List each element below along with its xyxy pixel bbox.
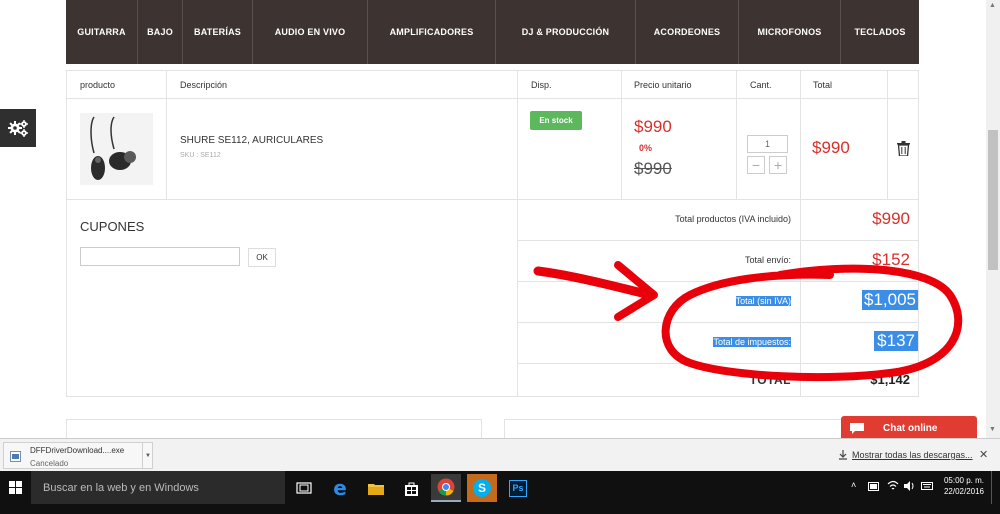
show-desktop-button[interactable] [991,471,1000,504]
header-unit-price: Precio unitario [622,71,737,99]
scroll-down-arrow-icon[interactable]: ▼ [989,426,996,433]
stock-badge: En stock [530,111,582,130]
clock[interactable]: 05:00 p. m. 22/02/2016 [940,475,988,497]
scrollbar-thumb[interactable] [988,130,998,270]
photoshop-icon[interactable]: Ps [503,474,533,502]
lower-panel-left [66,419,482,438]
chrome-icon[interactable] [431,474,461,502]
taskbar-search-placeholder: Buscar en la web y en Windows [43,481,199,494]
task-view-icon[interactable] [289,474,319,502]
category-nav: GUITARRA BAJO BATERÍAS AUDIO EN VIVO AMP… [66,0,919,64]
start-button[interactable] [0,471,31,504]
taskbar-search-box[interactable]: Buscar en la web y en Windows [31,471,285,504]
file-explorer-icon[interactable] [361,474,391,502]
chat-online-button[interactable]: Chat online [841,416,977,438]
header-description: Descripción [167,71,518,99]
download-arrow-icon [839,450,847,460]
download-status: Cancelado [30,459,69,468]
quantity-input[interactable]: 1 [747,135,788,153]
unit-price-cell: $990 0% $990 [622,99,737,200]
store-icon[interactable] [396,474,426,502]
unit-price: $990 [634,117,672,136]
download-file-name: DFFDriverDownload....exe [30,446,125,455]
actions-cell [888,99,919,200]
quantity-increase-button[interactable]: + [769,156,787,174]
file-icon [10,451,21,462]
nav-item-audio-en-vivo[interactable]: AUDIO EN VIVO [253,0,368,64]
product-image-cell [67,99,167,200]
red-annotation-drawing [533,261,963,382]
coupon-ok-button[interactable]: OK [248,248,276,267]
volume-icon[interactable] [903,480,915,492]
nav-item-dj-produccion[interactable]: DJ & PRODUCCIÓN [496,0,636,64]
header-product: producto [67,71,167,99]
nav-item-microfonos[interactable]: MICROFONOS [739,0,841,64]
tray-chevron-up-icon[interactable]: ˄ [851,480,856,490]
edge-browser-icon[interactable]: e [325,474,355,502]
download-bar: DFFDriverDownload....exe Cancelado ▼ Mos… [0,438,1000,471]
settings-toggle-button[interactable] [0,109,36,147]
product-description-cell: SHURE SE112, AURICULARES SKU : SE112 [167,99,518,200]
nav-item-teclados[interactable]: TECLADOS [841,0,919,64]
windows-taskbar: Buscar en la web y en Windows e S Ps ˄ 0… [0,471,1000,514]
show-all-downloads-label: Mostrar todas las descargas... [852,450,973,460]
product-image[interactable] [80,113,153,185]
nav-item-amplificadores[interactable]: AMPLIFICADORES [368,0,496,64]
battery-icon[interactable] [868,482,880,491]
earphones-icon [90,116,136,180]
scroll-up-arrow-icon[interactable]: ▲ [989,2,996,9]
download-item[interactable]: DFFDriverDownload....exe Cancelado ▼ [3,442,153,469]
nav-item-acordeones[interactable]: ACORDEONES [636,0,739,64]
quantity-decrease-button[interactable]: − [747,156,765,174]
download-options-chevron-icon[interactable]: ▼ [142,443,153,468]
line-total-cell: $990 [801,99,888,200]
discount-percent: 0% [639,143,653,153]
nav-item-baterias[interactable]: BATERÍAS [183,0,253,64]
windows-logo-icon [9,481,22,494]
browser-viewport: GUITARRA BAJO BATERÍAS AUDIO EN VIVO AMP… [0,0,986,438]
coupons-title: CUPONES [80,219,145,234]
chat-bubble-icon [850,422,864,434]
keyboard-icon[interactable] [921,480,933,492]
coupons-section: CUPONES OK [67,200,518,397]
skype-icon[interactable]: S [467,474,497,502]
nav-item-bajo[interactable]: BAJO [138,0,183,64]
product-sku: SKU : SE112 [180,152,221,159]
nav-item-guitarra[interactable]: GUITARRA [66,0,138,64]
gears-icon [8,120,28,137]
header-actions [888,71,919,99]
chat-label: Chat online [883,422,938,434]
wifi-icon[interactable] [887,480,899,492]
products-total-value: $990 [872,209,910,228]
header-total: Total [801,71,888,99]
line-total: $990 [812,138,850,157]
old-price: $990 [634,159,672,178]
coupon-code-input[interactable] [80,247,240,266]
header-availability: Disp. [518,71,622,99]
clock-date: 22/02/2016 [943,487,985,496]
trash-icon[interactable] [897,141,910,156]
page-scrollbar[interactable]: ▲ ▼ [986,0,1000,438]
show-all-downloads-link[interactable]: Mostrar todas las descargas... [838,450,973,460]
clock-time: 05:00 p. m. [943,476,985,485]
close-download-bar-icon[interactable]: ✕ [979,448,988,461]
product-name[interactable]: SHURE SE112, AURICULARES [180,135,323,146]
header-quantity: Cant. [737,71,801,99]
products-total-label: Total productos (IVA incluido) [675,214,791,224]
